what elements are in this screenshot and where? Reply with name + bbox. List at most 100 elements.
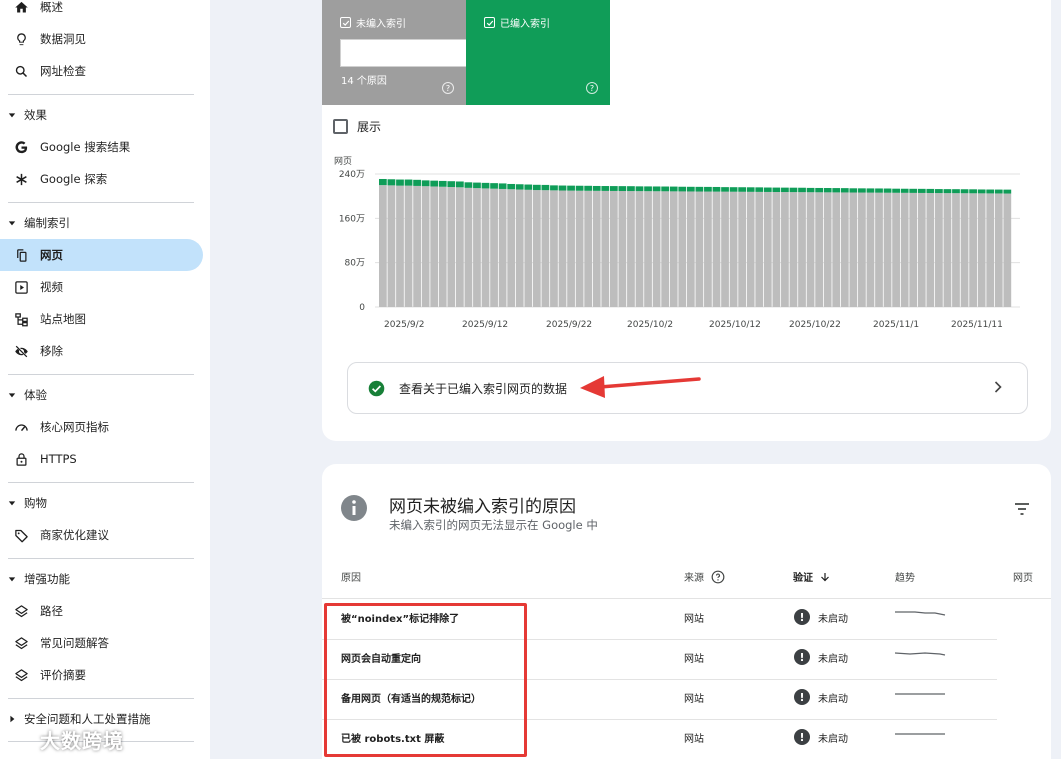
bar-indexed	[832, 188, 841, 193]
bar-indexed	[558, 185, 567, 191]
sidebar-item-label: 网页	[40, 248, 63, 262]
sidebar-section-enhancements[interactable]: 增强功能	[0, 565, 203, 593]
column-header-trend[interactable]: 趋势	[895, 569, 915, 584]
watermark-text: 大数跨境	[40, 729, 124, 753]
bar-not-indexed	[926, 193, 935, 307]
info-icon	[341, 495, 367, 521]
x-tick-label: 2025/9/2	[384, 320, 424, 330]
sidebar-item-https[interactable]: HTTPS	[0, 443, 203, 475]
bar-not-indexed	[644, 191, 652, 307]
bar-indexed	[567, 185, 575, 191]
bar-indexed	[1003, 189, 1012, 194]
column-header-pages[interactable]: 网页	[1013, 569, 1033, 584]
bar-indexed	[840, 188, 849, 193]
bar-not-indexed	[695, 191, 704, 307]
filter-icon[interactable]	[1013, 502, 1031, 516]
sidebar-section-performance[interactable]: 效果	[0, 101, 203, 129]
help-icon[interactable]: ?	[586, 82, 598, 94]
chevron-right-icon	[993, 380, 1003, 397]
sidebar-item-videos[interactable]: 视频	[0, 271, 203, 303]
bar-indexed	[396, 179, 404, 186]
bar-not-indexed	[840, 192, 849, 307]
bar-indexed	[695, 186, 704, 192]
sidebar-item-core-web-vitals[interactable]: 核心网页指标	[0, 411, 203, 443]
tag-icon	[13, 527, 29, 543]
caret-down-icon	[8, 111, 18, 119]
bar-indexed	[541, 184, 550, 191]
bar-indexed	[498, 183, 507, 189]
sidebar-item-label: Google 搜索结果	[40, 140, 131, 154]
bar-not-indexed	[900, 192, 909, 307]
sidebar-item-label: 商家优化建议	[40, 528, 109, 542]
sidebar-item-pages[interactable]: 网页	[0, 239, 203, 271]
bar-indexed	[781, 187, 789, 193]
sidebar-item-search-results[interactable]: Google 搜索结果	[0, 131, 203, 163]
not-indexed-label: 未编入索引	[356, 19, 406, 30]
sidebar-section-experience[interactable]: 体验	[0, 381, 203, 409]
sidebar-item-insights[interactable]: 数据洞见	[0, 23, 203, 55]
bar-not-indexed	[986, 193, 995, 307]
table-header-divider	[322, 598, 1051, 599]
sidebar-item-url-inspection[interactable]: 网址检查	[0, 55, 203, 87]
table-row-source: 网站	[684, 654, 704, 665]
bar-indexed	[952, 189, 960, 194]
bar-not-indexed	[532, 190, 541, 307]
checkbox-unchecked-icon[interactable]	[333, 119, 348, 134]
sidebar-item-merchant[interactable]: 商家优化建议	[0, 519, 203, 551]
bar-not-indexed	[1003, 193, 1012, 307]
sidebar-item-removals[interactable]: 移除	[0, 335, 203, 367]
column-header-validation[interactable]: 验证	[793, 569, 831, 584]
table-row-status: ! 未启动	[794, 689, 848, 705]
arrow-down-icon	[821, 572, 829, 581]
bar-not-indexed	[883, 192, 892, 307]
table-row-status: ! 未启动	[794, 649, 848, 665]
bar-not-indexed	[994, 193, 1003, 307]
sidebar-item-label: 路径	[40, 604, 63, 618]
bar-not-indexed	[447, 187, 456, 307]
sidebar-section-shopping[interactable]: 购物	[0, 489, 203, 517]
bar-indexed	[977, 189, 986, 194]
bar-not-indexed	[421, 186, 430, 307]
sidebar-item-sitemaps[interactable]: 站点地图	[0, 303, 203, 335]
sidebar-section-indexing[interactable]: 编制索引	[0, 209, 203, 237]
sidebar-item-discover[interactable]: Google 探索	[0, 163, 203, 195]
bar-indexed	[815, 187, 824, 193]
warning-icon: !	[794, 729, 810, 745]
bar-not-indexed	[558, 190, 567, 307]
bar-indexed	[618, 186, 627, 192]
indexed-tile[interactable]: 已编入索引 ?	[466, 0, 610, 105]
caret-down-icon	[8, 575, 18, 583]
bar-not-indexed	[627, 191, 635, 307]
sidebar-item-label: 核心网页指标	[40, 420, 109, 434]
bar-not-indexed	[892, 192, 900, 307]
sidebar-item-overview[interactable]: 概述	[0, 0, 203, 23]
sidebar-item-faq[interactable]: 常见问题解答	[0, 627, 203, 659]
sidebar-item-label: 数据洞见	[40, 32, 86, 46]
trend-sparkline	[895, 733, 945, 735]
sparkline-path	[895, 652, 946, 656]
not-indexed-tile[interactable]: 未编入索引 14 个原因 ?	[322, 0, 566, 105]
checkbox-checked-icon[interactable]	[340, 17, 351, 28]
y-axis-label: 网页	[334, 156, 352, 167]
column-header-reason[interactable]: 原因	[341, 569, 361, 584]
help-icon[interactable]: ?	[442, 82, 454, 94]
bar-indexed	[935, 189, 943, 194]
x-tick-label: 2025/9/22	[546, 320, 592, 330]
bar-indexed	[678, 186, 687, 192]
caret-down-icon	[8, 391, 18, 399]
sidebar-item-breadcrumbs[interactable]: 路径	[0, 595, 203, 627]
column-header-source[interactable]: 来源	[684, 569, 725, 584]
sidebar-item-label: 评价摘要	[40, 668, 86, 682]
sidebar-item-review-snippets[interactable]: 评价摘要	[0, 659, 203, 691]
google-g-icon	[13, 139, 29, 155]
bar-indexed	[858, 188, 866, 193]
bar-not-indexed	[515, 189, 524, 307]
checkbox-checked-icon[interactable]	[484, 17, 495, 28]
show-impressions-toggle[interactable]: 展示	[333, 118, 381, 135]
bar-indexed	[917, 188, 926, 193]
help-icon[interactable]	[711, 570, 725, 584]
warning-icon: !	[794, 689, 810, 705]
bar-not-indexed	[935, 193, 943, 307]
sidebar-divider	[8, 374, 194, 375]
pages-chart: 网页 240万 160万 80万 0 2025/9/2 2025/9/12 2025/9/22…	[330, 150, 1030, 335]
